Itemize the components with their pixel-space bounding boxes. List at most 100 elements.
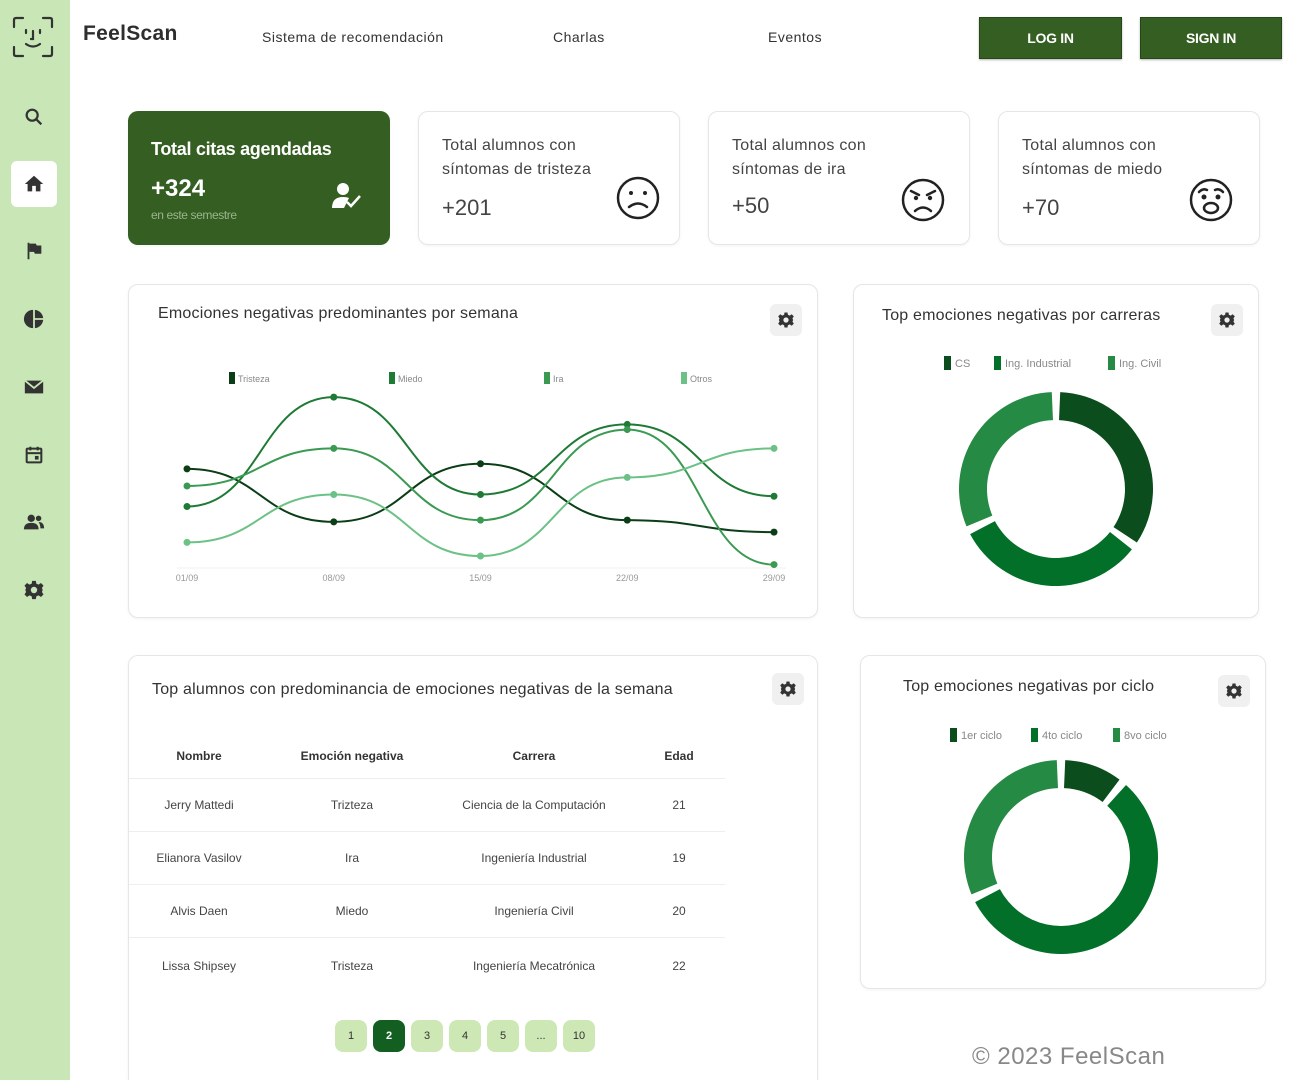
nav-recomendacion[interactable]: Sistema de recomendación: [262, 29, 444, 45]
legend-label[interactable]: Miedo: [398, 374, 423, 384]
cell-emocion: Ira: [269, 831, 435, 885]
table-row[interactable]: Alvis Daen Miedo Ingeniería Civil 20: [129, 884, 725, 938]
legend-label[interactable]: Ing. Civil: [1119, 358, 1161, 370]
kpi-miedo-title-2: síntomas de miedo: [1022, 161, 1163, 178]
x-tick-label: 29/09: [763, 573, 786, 583]
ciclo-chart-card: Top emociones negativas por ciclo 1er ci…: [860, 655, 1266, 989]
page-button-ellipsis[interactable]: ...: [525, 1020, 557, 1052]
page-button-4[interactable]: 4: [449, 1020, 481, 1052]
data-point[interactable]: [770, 492, 778, 500]
column-header-carrera[interactable]: Carrera: [435, 734, 633, 779]
legend-label[interactable]: Otros: [690, 374, 713, 384]
sidebar-item-search[interactable]: [11, 94, 57, 140]
legend-label[interactable]: Ing. Industrial: [1005, 358, 1071, 370]
data-point[interactable]: [183, 502, 191, 510]
kpi-tristeza-title-2: síntomas de tristeza: [442, 161, 592, 178]
kpi-citas-title: Total citas agendadas: [151, 139, 332, 159]
home-icon: [24, 175, 44, 192]
kpi-card-tristeza: Total alumnos con síntomas de tristeza +…: [418, 111, 680, 245]
kpi-card-ira: Total alumnos con síntomas de ira +50: [708, 111, 970, 245]
table-header-row: Nombre Emoción negativa Carrera Edad: [129, 734, 725, 779]
sidebar-item-flag[interactable]: [11, 228, 57, 274]
donut-slice[interactable]: [964, 760, 1058, 895]
table-row[interactable]: Elianora Vasilov Ira Ingeniería Industri…: [129, 831, 725, 885]
gear-icon: [780, 681, 796, 697]
kpi-miedo-title-1: Total alumnos con: [1022, 137, 1157, 154]
data-point[interactable]: [477, 552, 484, 560]
page-button-10[interactable]: 10: [563, 1020, 595, 1052]
kpi-ira-title-2: síntomas de ira: [732, 161, 846, 178]
cell-nombre: Elianora Vasilov: [129, 831, 269, 885]
column-header-nombre[interactable]: Nombre: [129, 734, 269, 779]
data-point[interactable]: [477, 516, 484, 524]
cell-nombre: Lissa Shipsey: [161, 958, 237, 973]
students-table-title: Top alumnos con predominancia de emocion…: [152, 681, 673, 698]
data-point[interactable]: [770, 561, 778, 569]
page-button-2[interactable]: 2: [373, 1020, 405, 1052]
nav-eventos[interactable]: Eventos: [768, 29, 822, 45]
gear-icon: [24, 580, 44, 600]
data-point[interactable]: [623, 426, 631, 434]
data-point[interactable]: [183, 465, 191, 473]
legend-swatch: [944, 356, 951, 370]
cell-nombre: Alvis Daen: [129, 884, 269, 938]
kpi-citas-value: +324: [151, 175, 206, 202]
donut-slice[interactable]: [959, 392, 1053, 527]
data-point[interactable]: [770, 444, 778, 452]
series-line: [186, 396, 775, 508]
legend-label[interactable]: 8vo ciclo: [1124, 730, 1167, 742]
sidebar-item-settings[interactable]: [11, 567, 57, 613]
legend-label[interactable]: CS: [955, 358, 970, 370]
data-point[interactable]: [623, 516, 631, 524]
calendar-icon: [25, 446, 43, 464]
students-table-settings-button[interactable]: [772, 673, 804, 705]
data-point[interactable]: [183, 482, 191, 490]
nav-charlas[interactable]: Charlas: [553, 29, 605, 45]
legend-swatch: [1113, 728, 1120, 742]
sidebar-item-mail[interactable]: [11, 364, 57, 410]
data-point[interactable]: [770, 528, 778, 536]
donut-slice[interactable]: [970, 521, 1132, 586]
data-point[interactable]: [330, 444, 338, 452]
table-row[interactable]: Jerry Mattedi Trizteza Ciencia de la Com…: [129, 778, 725, 832]
legend-swatch: [1108, 356, 1115, 370]
sidebar-item-home[interactable]: [11, 161, 57, 207]
kpi-tristeza-title-1: Total alumnos con: [442, 137, 577, 154]
sidebar-item-analytics[interactable]: [11, 296, 57, 342]
column-header-emocion[interactable]: Emoción negativa: [269, 734, 435, 779]
donut-slice[interactable]: [1064, 760, 1120, 802]
data-point[interactable]: [477, 460, 484, 468]
data-point[interactable]: [183, 538, 191, 546]
data-point[interactable]: [330, 518, 338, 526]
legend-label[interactable]: Ira: [553, 374, 564, 384]
legend-label[interactable]: 1er ciclo: [961, 730, 1002, 742]
column-header-edad[interactable]: Edad: [633, 734, 725, 779]
signin-button[interactable]: SIGN IN: [1140, 17, 1282, 59]
data-point[interactable]: [330, 393, 338, 401]
donut-slice[interactable]: [1059, 392, 1153, 543]
table-row[interactable]: Lissa Shipsey Tristeza Ingeniería Mecatr…: [129, 937, 725, 994]
data-point[interactable]: [623, 473, 631, 481]
kpi-miedo-value: +70: [1022, 195, 1060, 220]
cell-emocion: Tristeza: [330, 958, 374, 973]
data-point[interactable]: [330, 491, 338, 499]
cell-emocion: Trizteza: [269, 778, 435, 832]
mail-icon: [24, 379, 44, 394]
x-tick-label: 01/09: [176, 573, 199, 583]
data-point[interactable]: [477, 491, 484, 499]
legend-swatch: [389, 372, 395, 384]
legend-swatch: [1031, 728, 1038, 742]
sidebar-item-calendar[interactable]: [11, 432, 57, 478]
cell-carrera: Ciencia de la Computación: [435, 778, 633, 832]
sidebar-item-users[interactable]: [11, 499, 57, 545]
cell-nombre: Jerry Mattedi: [129, 778, 269, 832]
fear-face-icon: [1189, 178, 1233, 222]
legend-label[interactable]: Tristeza: [238, 374, 270, 384]
page-button-5[interactable]: 5: [487, 1020, 519, 1052]
legend-swatch: [950, 728, 957, 742]
login-button[interactable]: LOG IN: [979, 17, 1122, 59]
kpi-card-miedo: Total alumnos con síntomas de miedo +70: [998, 111, 1260, 245]
page-button-1[interactable]: 1: [335, 1020, 367, 1052]
page-button-3[interactable]: 3: [411, 1020, 443, 1052]
legend-label[interactable]: 4to ciclo: [1042, 730, 1082, 742]
